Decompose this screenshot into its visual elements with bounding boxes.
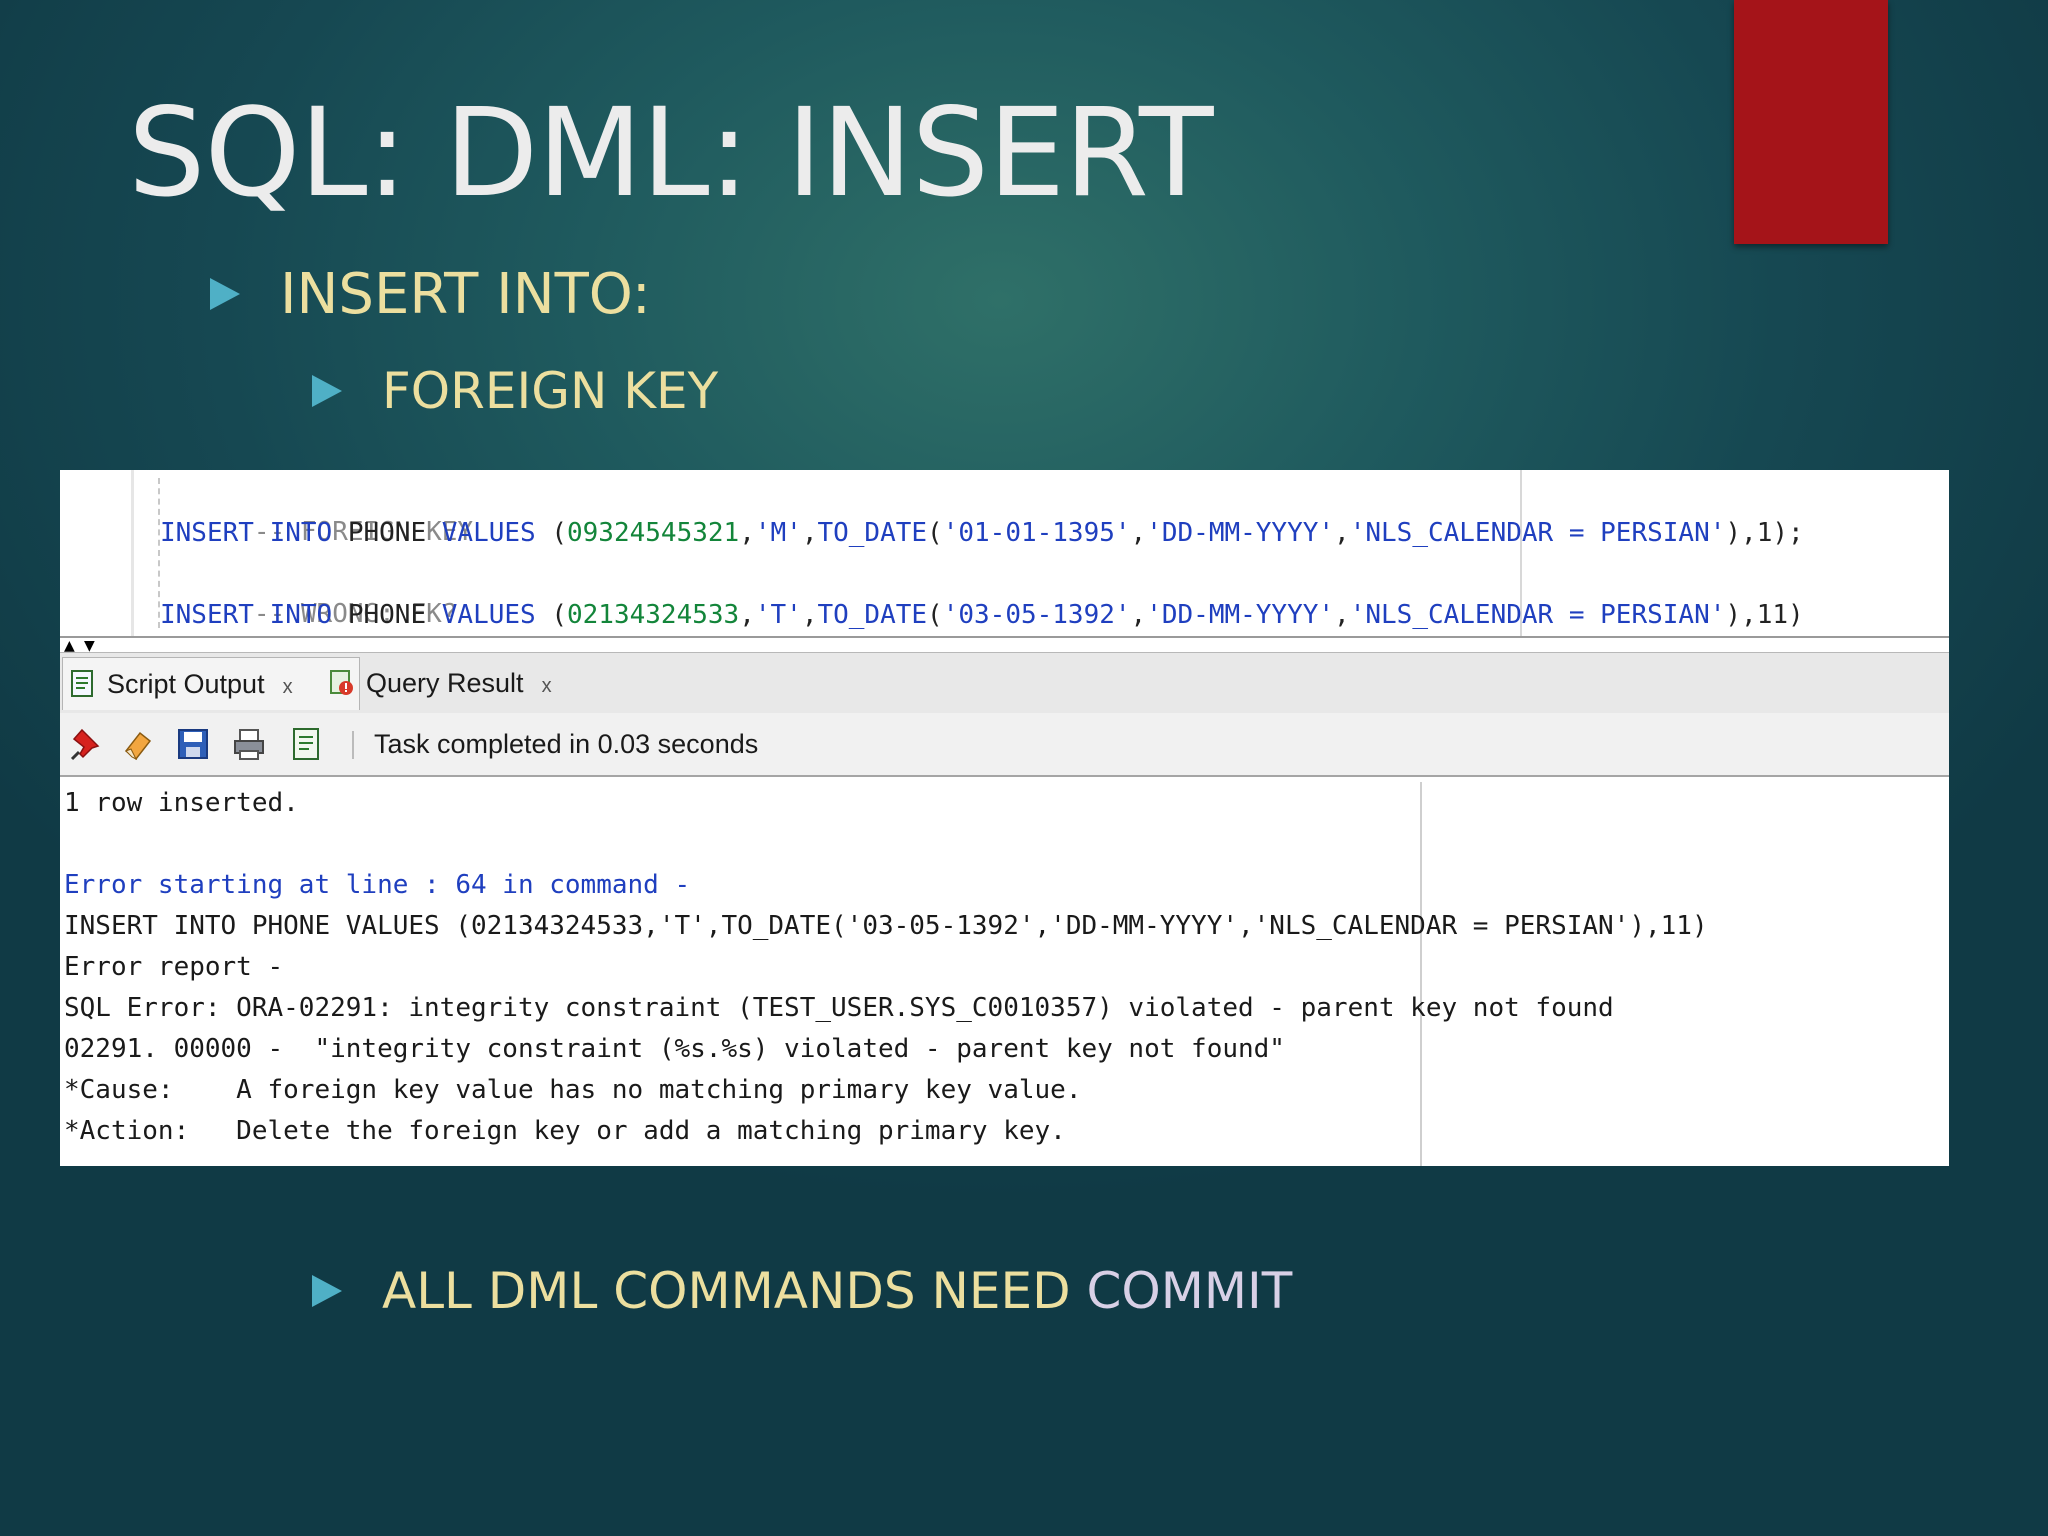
margin-line: [1420, 782, 1422, 1166]
code-string: '03-05-1392': [942, 600, 1131, 630]
code-string: 'NLS_CALENDAR = PERSIAN': [1349, 518, 1726, 548]
code-punct: (: [535, 518, 567, 548]
script-output-icon: [71, 670, 93, 697]
output-tabs: Script Output x Query Result x: [60, 652, 1949, 714]
output-line: *Action: Delete the foreign key or add a…: [64, 1116, 1066, 1146]
sql-developer-screenshot: -- FOREIGN KEY INSERT INTO PHONE VALUES …: [60, 470, 1949, 1166]
code-line-2: INSERT INTO PHONE VALUES (09324545321,'M…: [160, 513, 1804, 553]
code-punct: ,: [739, 518, 755, 548]
output-toolbar: Task completed in 0.03 seconds: [60, 713, 1949, 777]
output-line: 02291. 00000 - "integrity constraint (%s…: [64, 1034, 1285, 1064]
bullet-text: FOREIGN KEY: [382, 362, 719, 420]
bullet-triangle-icon: [312, 374, 342, 407]
bullet-triangle-icon: [312, 1274, 342, 1307]
code-string: 'DD-MM-YYYY': [1146, 600, 1335, 630]
output-line: Error report -: [64, 952, 284, 982]
output-line: *Cause: A foreign key value has no match…: [64, 1075, 1082, 1105]
pin-icon[interactable]: [70, 727, 104, 761]
bullet-dml-commit: ALL DML COMMANDS NEED COMMIT: [312, 1262, 1292, 1320]
accent-block: [1734, 0, 1888, 244]
code-function: TO_DATE: [817, 600, 928, 630]
output-line: SQL Error: ORA-02291: integrity constrai…: [64, 993, 1614, 1023]
code-line-4: INSERT INTO PHONE VALUES (02134324533,'T…: [160, 595, 1804, 635]
output-line: 1 row inserted.: [64, 788, 299, 818]
query-result-icon: [330, 670, 353, 695]
code-punct: ,: [1130, 518, 1147, 548]
code-punct: ,: [1334, 600, 1350, 630]
task-status: Task completed in 0.03 seconds: [374, 729, 759, 759]
bullet-foreign-key: FOREIGN KEY: [312, 362, 718, 420]
code-punct: (: [535, 600, 567, 630]
print-icon[interactable]: [232, 727, 266, 761]
code-line-3: -- WRONG: FK?: [160, 554, 458, 629]
sql-editor[interactable]: -- FOREIGN KEY INSERT INTO PHONE VALUES …: [60, 470, 1949, 636]
code-number: 09324545321: [567, 518, 740, 548]
bullet-text: INSERT INTO:: [280, 262, 651, 327]
slide-title: SQL: DML: INSERT: [128, 82, 1214, 224]
code-punct: ,: [801, 600, 818, 630]
eraser-icon[interactable]: [122, 727, 156, 761]
bullet-insert-into: INSERT INTO:: [210, 262, 651, 327]
code-string: '01-01-1395': [942, 518, 1131, 548]
save-icon[interactable]: [176, 727, 210, 761]
code-punct: ,: [1334, 518, 1350, 548]
code-string: 'M': [754, 518, 802, 548]
code-punct: ),11): [1725, 600, 1804, 630]
code-number: 02134324533: [567, 600, 740, 630]
toolbar-separator: [352, 731, 354, 759]
script-output-pane[interactable]: 1 row inserted. Error starting at line :…: [60, 777, 1949, 1166]
tab-query-result[interactable]: Query Result x: [322, 657, 616, 709]
code-table: PHONE: [332, 600, 442, 630]
code-keyword: INSERT INTO: [160, 600, 333, 630]
code-string: 'T': [754, 600, 802, 630]
code-keyword: INSERT INTO: [160, 518, 333, 548]
bullet-text: ALL DML COMMANDS NEED: [382, 1262, 1087, 1320]
code-punct: ,: [739, 600, 755, 630]
code-punct: ,: [801, 518, 818, 548]
bullet-text-commit: COMMIT: [1086, 1262, 1293, 1320]
code-keyword: VALUES: [441, 518, 536, 548]
code-punct: (: [927, 600, 943, 630]
tab-label: Script Output: [107, 669, 265, 699]
code-string: 'DD-MM-YYYY': [1146, 518, 1335, 548]
code-line-1: -- FOREIGN KEY: [160, 472, 473, 547]
editor-gutter: [131, 470, 134, 636]
close-tab-icon[interactable]: x: [283, 676, 293, 698]
code-punct: ,: [1130, 600, 1147, 630]
bullet-triangle-icon: [210, 277, 240, 310]
code-string: 'NLS_CALENDAR = PERSIAN': [1349, 600, 1726, 630]
code-punct: ),1);: [1725, 518, 1804, 548]
error-start-line: Error starting at line : 64 in command -: [64, 870, 691, 900]
code-punct: (: [927, 518, 943, 548]
code-keyword: VALUES: [441, 600, 536, 630]
output-line: INSERT INTO PHONE VALUES (02134324533,'T…: [64, 911, 1708, 941]
code-table: PHONE: [332, 518, 442, 548]
tab-script-output[interactable]: Script Output x: [62, 657, 360, 710]
tab-label: Query Result: [366, 668, 524, 698]
export-icon[interactable]: [290, 727, 324, 761]
code-function: TO_DATE: [817, 518, 928, 548]
close-tab-icon[interactable]: x: [542, 675, 552, 697]
